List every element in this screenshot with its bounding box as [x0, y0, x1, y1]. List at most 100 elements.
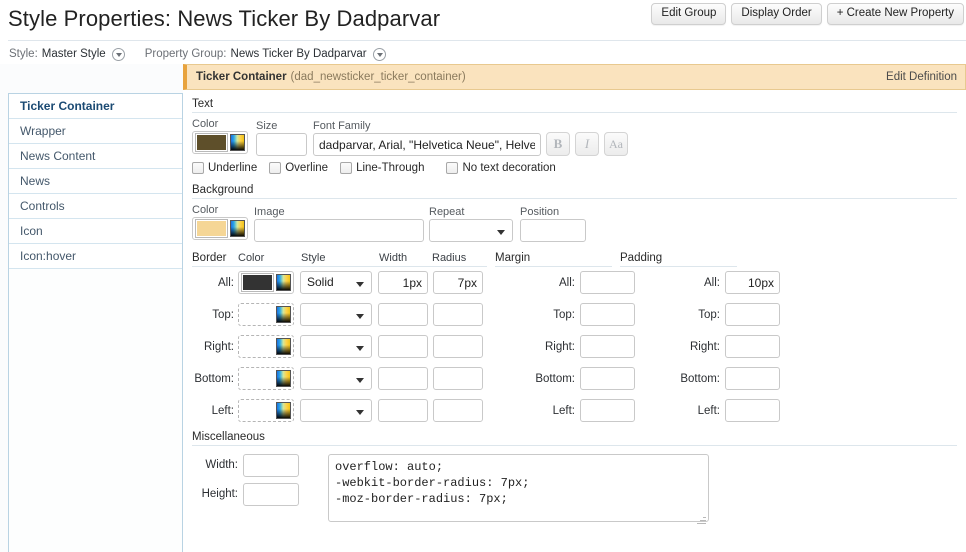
text-color-field: Color	[192, 118, 252, 156]
border-all-style-select[interactable]: Solid	[300, 271, 372, 294]
color-wheel-icon[interactable]	[230, 134, 245, 151]
border-top-color-swatch[interactable]	[242, 306, 274, 323]
border-top-width-input[interactable]	[378, 303, 428, 326]
misc-height-label: Height:	[201, 488, 238, 500]
border-left-color-swatch[interactable]	[242, 402, 274, 419]
padding-right-input[interactable]	[725, 335, 780, 358]
border-right-style-select[interactable]	[300, 335, 372, 358]
background-position-input[interactable]	[520, 219, 586, 242]
page-header: Style Properties: News Ticker By Dadparv…	[0, 0, 966, 40]
line-through-checkbox[interactable]	[340, 162, 353, 174]
border-right-color-swatch[interactable]	[242, 338, 274, 355]
background-image-label: Image	[254, 206, 285, 218]
margin-top-input[interactable]	[580, 303, 635, 326]
margin-group-header: Margin	[495, 252, 612, 271]
border-bottom-radius-input[interactable]	[433, 367, 483, 390]
color-wheel-icon[interactable]	[276, 274, 291, 291]
border-all-color-swatch[interactable]	[240, 273, 275, 292]
overline-checkbox[interactable]	[269, 162, 282, 174]
border-right-width-input[interactable]	[378, 335, 428, 358]
bold-button[interactable]: B	[546, 132, 570, 156]
padding-left-input[interactable]	[725, 399, 780, 422]
overline-label: Overline	[285, 162, 329, 174]
border-all-color-picker[interactable]	[238, 271, 294, 294]
border-bottom-color-picker[interactable]	[238, 367, 294, 390]
misc-size-fields: Width: Height:	[192, 451, 299, 527]
line-through-label: Line-Through	[356, 162, 425, 174]
header-actions: Edit Group Display Order + Create New Pr…	[651, 3, 964, 25]
padding-all-input[interactable]	[725, 271, 780, 294]
border-right-radius-input[interactable]	[433, 335, 483, 358]
sidebar-item-controls[interactable]: Controls	[9, 194, 182, 219]
margin-header-divider	[495, 266, 612, 267]
border-bottom-width-input[interactable]	[378, 367, 428, 390]
sidebar-item-ticker-container[interactable]: Ticker Container	[9, 94, 182, 119]
text-size-field: Size	[256, 120, 311, 156]
border-top-color-picker[interactable]	[238, 303, 294, 326]
background-image-field: Image	[254, 206, 429, 242]
border-row-left: Left: Left: Left:	[192, 399, 966, 422]
underline-checkbox[interactable]	[192, 162, 204, 174]
edit-definition-link[interactable]: Edit Definition	[886, 71, 957, 83]
border-left-style-select[interactable]	[300, 399, 372, 422]
padding-header-divider	[620, 266, 737, 267]
sidebar-item-icon-hover[interactable]: Icon:hover	[9, 244, 182, 269]
font-family-input[interactable]	[313, 133, 541, 156]
background-color-picker[interactable]	[192, 217, 248, 240]
border-left-width-input[interactable]	[378, 399, 428, 422]
sidebar-item-icon[interactable]: Icon	[9, 219, 182, 244]
line-through-option[interactable]: Line-Through	[340, 162, 424, 174]
text-color-swatch[interactable]	[194, 133, 229, 152]
no-text-decoration-option[interactable]: No text decoration	[446, 162, 556, 174]
border-bottom-style-select[interactable]	[300, 367, 372, 390]
border-left-radius-input[interactable]	[433, 399, 483, 422]
margin-left-input[interactable]	[580, 399, 635, 422]
definition-header: Ticker Container (dad_newsticker_ticker_…	[183, 64, 966, 90]
property-group-chevron-down-icon[interactable]	[372, 47, 386, 61]
misc-width-input[interactable]	[243, 454, 299, 477]
border-top-style-select[interactable]	[300, 303, 372, 326]
sidebar-item-news-content[interactable]: News Content	[9, 144, 182, 169]
custom-css-textarea[interactable]: overflow: auto; -webkit-border-radius: 7…	[328, 454, 709, 522]
overline-option[interactable]: Overline	[269, 162, 328, 174]
border-right-color-picker[interactable]	[238, 335, 294, 358]
color-wheel-icon[interactable]	[276, 370, 291, 387]
background-repeat-select[interactable]	[429, 219, 513, 242]
border-row-right: Right: Right: Right:	[192, 335, 966, 358]
margin-all-input[interactable]	[580, 271, 635, 294]
create-new-property-button[interactable]: + Create New Property	[826, 3, 964, 25]
display-order-button[interactable]: Display Order	[731, 3, 822, 25]
color-wheel-icon[interactable]	[230, 220, 245, 237]
background-color-swatch[interactable]	[194, 219, 229, 238]
font-family-field: Font Family	[313, 120, 541, 156]
text-size-input[interactable]	[256, 133, 307, 156]
font-size-button[interactable]: Aa	[604, 132, 628, 156]
border-all-width-input[interactable]	[378, 271, 428, 294]
padding-bottom-input[interactable]	[725, 367, 780, 390]
margin-bottom-input[interactable]	[580, 367, 635, 390]
sidebar-item-wrapper[interactable]: Wrapper	[9, 119, 182, 144]
text-style-buttons: B I Aa	[541, 132, 628, 156]
misc-width-field: Width:	[192, 454, 299, 477]
margin-right-input[interactable]	[580, 335, 635, 358]
no-text-decoration-checkbox[interactable]	[446, 162, 459, 174]
border-all-radius-input[interactable]	[433, 271, 483, 294]
italic-button[interactable]: I	[575, 132, 599, 156]
property-editor-panel: Ticker Container (dad_newsticker_ticker_…	[183, 64, 966, 552]
padding-top-input[interactable]	[725, 303, 780, 326]
background-color-label: Color	[192, 204, 219, 216]
sidebar-item-news[interactable]: News	[9, 169, 182, 194]
border-left-color-picker[interactable]	[238, 399, 294, 422]
border-top-radius-input[interactable]	[433, 303, 483, 326]
style-chevron-down-icon[interactable]	[111, 47, 125, 61]
background-image-input[interactable]	[254, 219, 424, 242]
text-color-picker[interactable]	[192, 131, 248, 154]
padding-all-label: All:	[704, 276, 720, 289]
border-bottom-color-swatch[interactable]	[242, 370, 274, 387]
color-wheel-icon[interactable]	[276, 306, 291, 323]
misc-height-input[interactable]	[243, 483, 299, 506]
underline-option[interactable]: Underline	[192, 162, 257, 174]
edit-group-button[interactable]: Edit Group	[651, 3, 727, 25]
color-wheel-icon[interactable]	[276, 402, 291, 419]
color-wheel-icon[interactable]	[276, 338, 291, 355]
